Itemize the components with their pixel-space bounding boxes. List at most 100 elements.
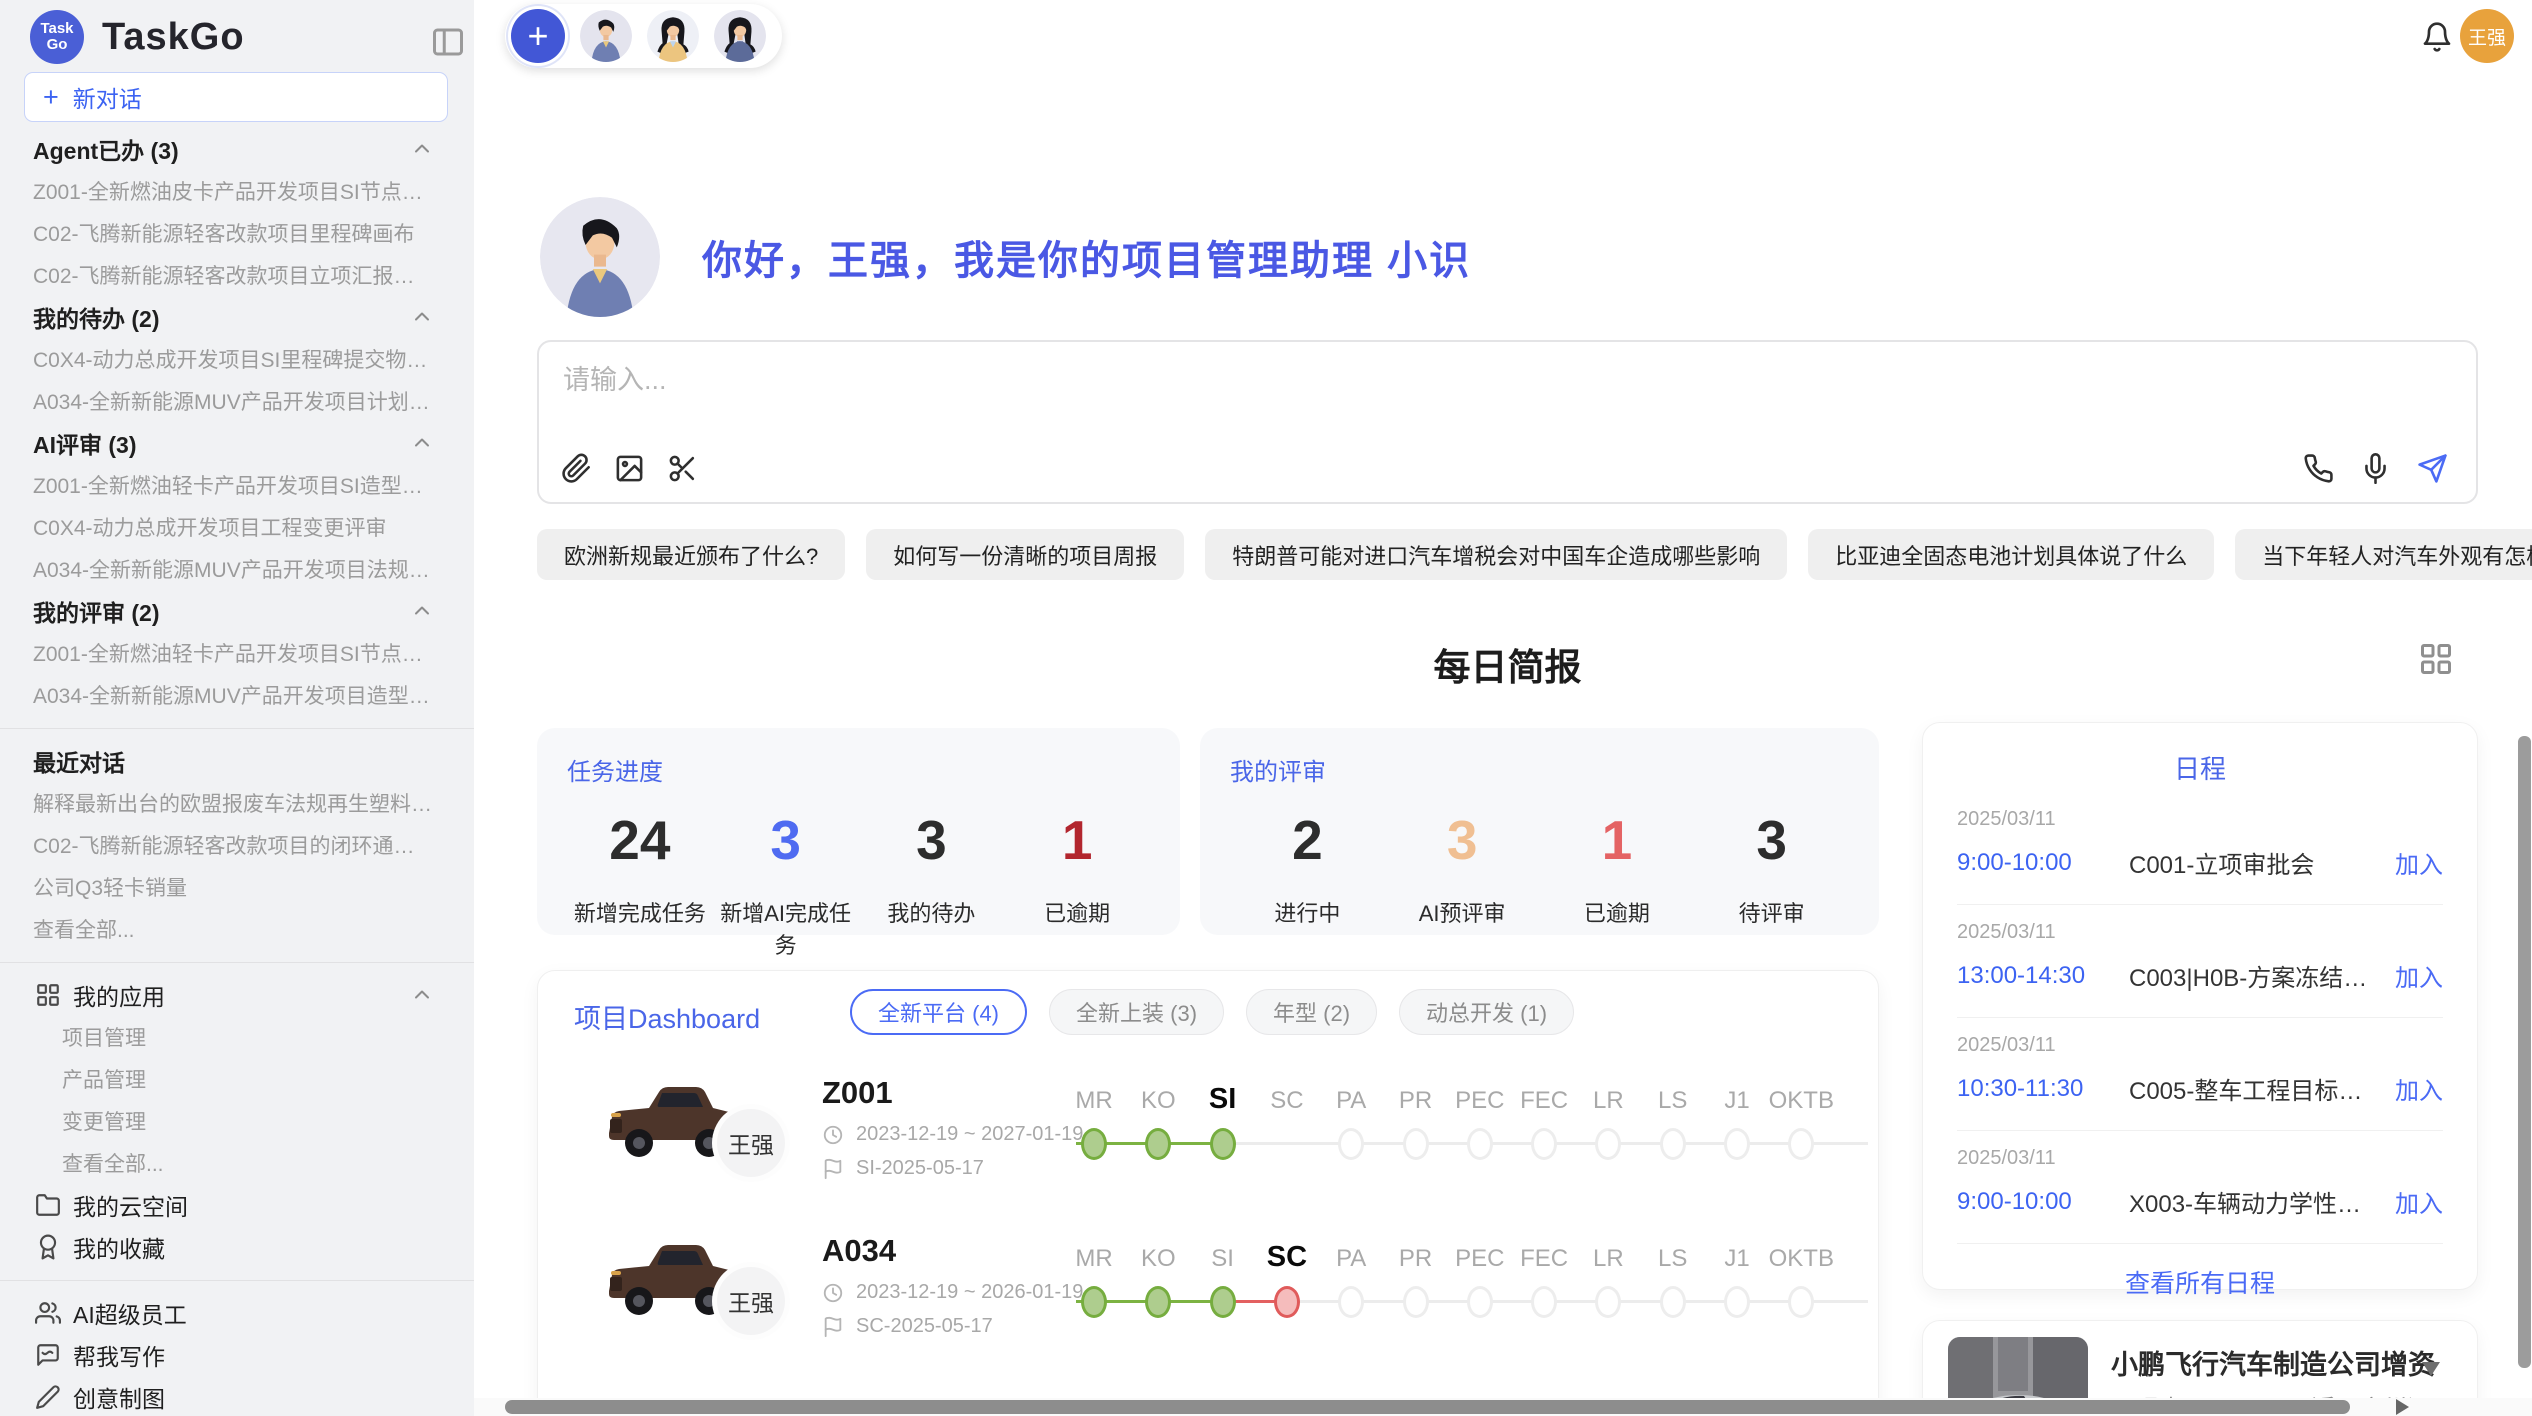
sidebar-row-label: 我的评审 (2) xyxy=(33,594,398,628)
grid-icon xyxy=(35,982,61,1008)
teammate-1-avatar[interactable] xyxy=(580,10,632,62)
sidebar-item[interactable]: 变更管理 xyxy=(0,1100,474,1142)
event-title: C005-整车工程目标评审 xyxy=(2129,1071,2381,1106)
sidebar-item[interactable]: C0X4-动力总成开发项目工程变更评审 xyxy=(0,506,474,548)
sidebar-item[interactable]: 查看全部... xyxy=(0,908,474,950)
stat-value: 1 xyxy=(1004,813,1150,868)
composer-attachments xyxy=(561,453,698,484)
chevron-up-icon[interactable] xyxy=(410,137,434,161)
project-row[interactable]: 王强A0342023-12-19 ~ 2026-01-19SC-2025-05-… xyxy=(538,1219,1880,1377)
stat-label: AI预评审 xyxy=(1385,896,1540,928)
sidebar-item[interactable]: 项目管理 xyxy=(0,1016,474,1058)
sidebar-row-label: A034-全新新能源MUV产品开发项目法规符合性评审 xyxy=(33,554,434,584)
milestone-label: J1 xyxy=(1724,1087,1749,1115)
sidebar-row-label: C0X4-动力总成开发项目SI里程碑提交物检查 xyxy=(33,344,434,374)
dashboard-tabs: 全新平台 (4) 全新上装 (3) 年型 (2) 动总开发 (1) xyxy=(850,989,1574,1035)
sidebar-item[interactable]: 产品管理 xyxy=(0,1058,474,1100)
suggestion-chip[interactable]: 欧洲新规最近颁布了什么? xyxy=(537,529,845,580)
scroll-down-arrow-icon[interactable] xyxy=(2422,1362,2440,1376)
sidebar-section-header[interactable]: 最近对话 xyxy=(0,740,474,782)
dashboard-tab[interactable]: 年型 (2) xyxy=(1246,989,1377,1035)
teammate-2-avatar[interactable] xyxy=(647,10,699,62)
chevron-up-icon[interactable] xyxy=(410,983,434,1007)
sidebar-row-label: 变更管理 xyxy=(62,1106,434,1136)
schedule-event: 2025/03/1110:30-11:30C005-整车工程目标评审加入 xyxy=(1957,1018,2443,1131)
app-logo: TaskGo TaskGo xyxy=(30,10,245,64)
stat-items: 2进行中3AI预评审1已逾期3待评审 xyxy=(1230,813,1849,928)
notification-bell-icon[interactable] xyxy=(2421,21,2453,53)
daily-brief-title: 每日简报 xyxy=(537,637,2478,691)
suggestion-chip[interactable]: 特朗普可能对进口汽车增税会对中国车企造成哪些影响 xyxy=(1205,529,1787,580)
send-icon[interactable] xyxy=(2417,453,2448,484)
sidebar-section-header[interactable]: AI评审 (3) xyxy=(0,422,474,464)
join-meeting-link[interactable]: 加入 xyxy=(2395,845,2443,880)
sidebar-item[interactable]: C02-飞腾新能源轻客改款项目的闭环通告反馈情况 xyxy=(0,824,474,866)
chevron-up-icon[interactable] xyxy=(410,431,434,455)
view-all-schedule-link[interactable]: 查看所有日程 xyxy=(1923,1264,2477,1300)
project-owner-badge: 王强 xyxy=(717,1267,785,1335)
sidebar-section-header[interactable]: 我的待办 (2) xyxy=(0,296,474,338)
sidebar-row-label: AI超级员工 xyxy=(73,1296,434,1330)
sidebar-section-header[interactable]: 创意制图 xyxy=(0,1376,474,1416)
horizontal-scrollbar-thumb[interactable] xyxy=(505,1400,2350,1414)
sidebar-item[interactable]: 解释最新出台的欧盟报废车法规再生塑料比例被调至15%... xyxy=(0,782,474,824)
horizontal-scrollbar[interactable] xyxy=(474,1398,2532,1416)
milestone-node xyxy=(1338,1286,1364,1318)
dashboard-tab[interactable]: 全新上装 (3) xyxy=(1049,989,1224,1035)
suggestion-chip[interactable]: 比亚迪全固态电池计划具体说了什么 xyxy=(1808,529,2214,580)
sidebar-item[interactable]: A034-全新新能源MUV产品开发项目法规符合性评审 xyxy=(0,548,474,590)
stat-item: 1已逾期 xyxy=(1004,813,1150,960)
join-meeting-link[interactable]: 加入 xyxy=(2395,958,2443,993)
join-meeting-link[interactable]: 加入 xyxy=(2395,1184,2443,1219)
teammate-3-avatar[interactable] xyxy=(714,10,766,62)
sidebar-item[interactable]: Z001-全新燃油皮卡产品开发项目SI节点Lesson Learn报告 xyxy=(0,170,474,212)
sidebar-collapse-icon[interactable] xyxy=(430,24,466,60)
sidebar-row-label: C02-飞腾新能源轻客改款项目的闭环通告反馈情况 xyxy=(33,830,434,860)
sidebar-row-label: 产品管理 xyxy=(62,1064,434,1094)
chevron-up-icon[interactable] xyxy=(410,599,434,623)
sidebar-item[interactable]: C02-飞腾新能源轻客改款项目里程碑画布 xyxy=(0,212,474,254)
sidebar-item[interactable]: A034-全新新能源MUV产品开发项目计划变更表编写 xyxy=(0,380,474,422)
sidebar-item[interactable]: Z001-全新燃油轻卡产品开发项目SI造型提交物评审 xyxy=(0,464,474,506)
project-row[interactable]: 王强Z0012023-12-19 ~ 2027-01-19SI-2025-05-… xyxy=(538,1061,1880,1219)
sidebar-item[interactable]: C0X4-动力总成开发项目SI里程碑提交物检查 xyxy=(0,338,474,380)
sidebar-section-header[interactable]: Agent已办 (3) xyxy=(0,128,474,170)
chevron-up-icon[interactable] xyxy=(410,305,434,329)
sidebar-section-header[interactable]: 我的评审 (2) xyxy=(0,590,474,632)
sidebar-item[interactable]: 查看全部... xyxy=(0,1142,474,1184)
join-meeting-link[interactable]: 加入 xyxy=(2395,1071,2443,1106)
sidebar-section-header[interactable]: AI超级员工 xyxy=(0,1292,474,1334)
sidebar-section-header[interactable]: 帮我写作 xyxy=(0,1334,474,1376)
image-icon[interactable] xyxy=(614,453,645,484)
paperclip-icon[interactable] xyxy=(561,453,592,484)
sidebar-item[interactable]: A034-全新新能源MUV产品开发项目造型可行性评审 xyxy=(0,674,474,716)
sidebar-section-header[interactable]: 我的云空间 xyxy=(0,1184,474,1226)
sidebar-divider xyxy=(0,950,474,974)
event-date: 2025/03/11 xyxy=(1957,921,2443,944)
user-avatar[interactable]: 王强 xyxy=(2460,9,2514,63)
scissors-icon[interactable] xyxy=(667,453,698,484)
sidebar-item[interactable]: 公司Q3轻卡销量 xyxy=(0,866,474,908)
vertical-scrollbar-thumb[interactable] xyxy=(2518,736,2531,1368)
milestone-label: PEC xyxy=(1455,1087,1504,1115)
sidebar-item[interactable]: Z001-全新燃油轻卡产品开发项目SI节点属性5D文件评审 xyxy=(0,632,474,674)
scroll-right-arrow-icon[interactable] xyxy=(2396,1399,2409,1415)
my-review-card: 我的评审 2进行中3AI预评审1已逾期3待评审 xyxy=(1200,728,1879,935)
sidebar-section-header[interactable]: 我的收藏 xyxy=(0,1226,474,1268)
add-member-button[interactable]: + xyxy=(511,9,565,63)
grid-view-toggle-icon[interactable] xyxy=(2418,641,2454,677)
sidebar-item[interactable]: C02-飞腾新能源轻客改款项目立项汇报方案 xyxy=(0,254,474,296)
suggestion-chip[interactable]: 当下年轻人对汽车外观有怎样的喜好趋势 xyxy=(2235,529,2532,580)
milestone-label: KO xyxy=(1141,1087,1176,1115)
new-chat-button[interactable]: + 新对话 xyxy=(24,72,448,122)
milestone-node xyxy=(1724,1286,1750,1318)
suggestion-chip[interactable]: 如何写一份清晰的项目周报 xyxy=(866,529,1184,580)
greeting-text: 你好，王强，我是你的项目管理助理 小识 xyxy=(702,228,1471,286)
project-dashboard-card: 项目Dashboard 全新平台 (4)全新上装 (3)年型 (2)动总开发 (… xyxy=(537,970,1879,1416)
dashboard-tab[interactable]: 动总开发 (1) xyxy=(1399,989,1574,1035)
chat-input[interactable] xyxy=(561,356,2165,430)
mic-icon[interactable] xyxy=(2360,453,2391,484)
sidebar-section-header[interactable]: 我的应用 xyxy=(0,974,474,1016)
dashboard-tab[interactable]: 全新平台 (4) xyxy=(850,989,1027,1035)
phone-icon[interactable] xyxy=(2303,453,2334,484)
